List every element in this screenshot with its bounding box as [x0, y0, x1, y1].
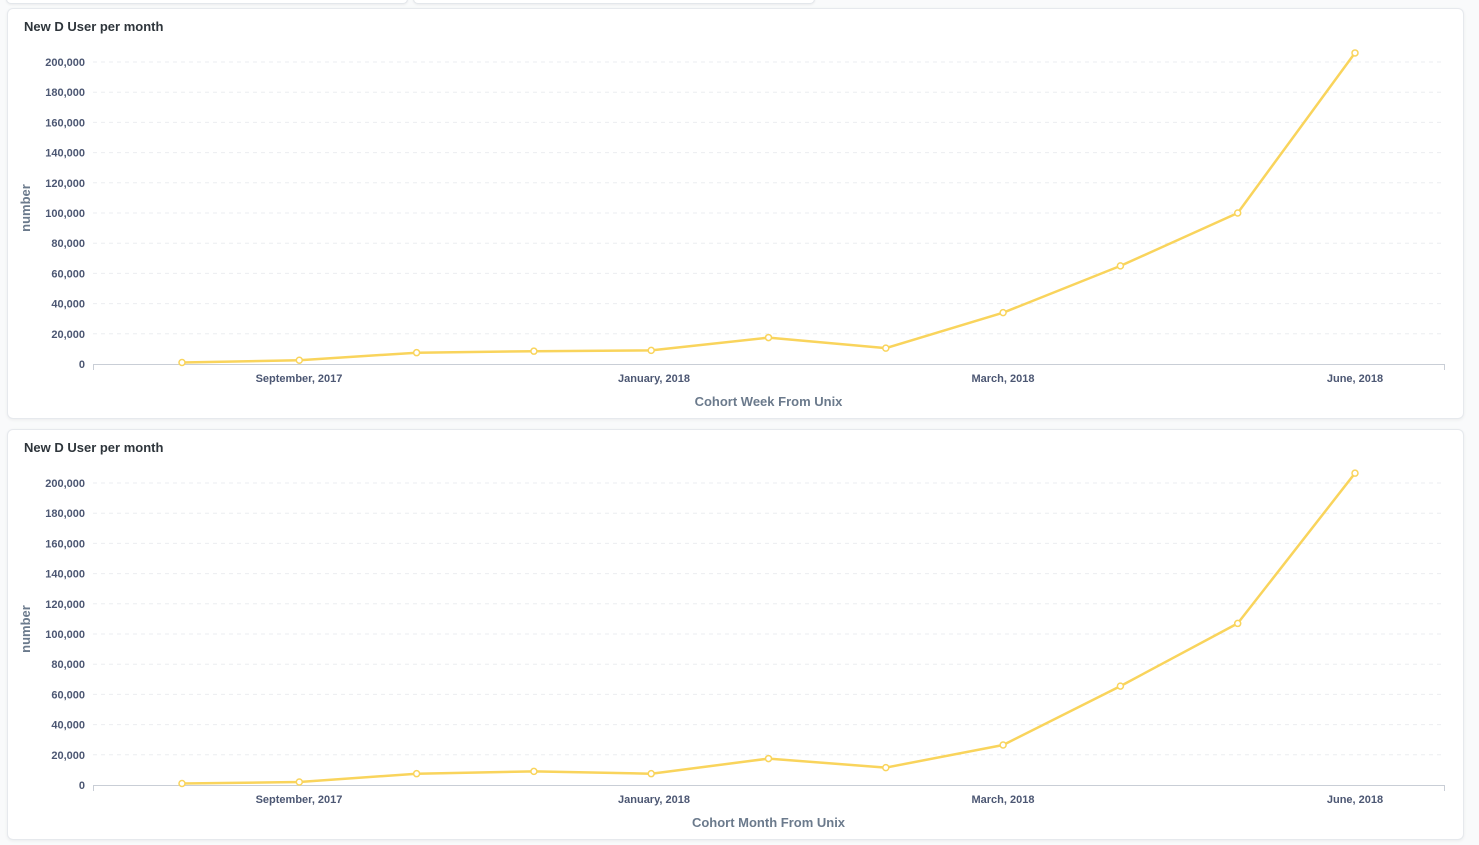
y-tick-label: 80,000 — [51, 659, 85, 671]
x-axis-title: Cohort Month From Unix — [692, 815, 846, 830]
x-tick-label: January, 2018 — [618, 373, 690, 385]
data-point[interactable] — [412, 348, 421, 357]
line-chart: 0 20,000 40,000 60,000 80,000 100,000 120,000 1… — [18, 49, 1445, 409]
x-axis — [93, 785, 1445, 791]
data-point[interactable] — [178, 358, 186, 367]
x-tick-label: September, 2017 — [256, 794, 343, 806]
chart-card-weekly: New D User per month 0 20,000 40,000 60,000… — [7, 8, 1464, 419]
line-chart: 0 20,000 40,000 60,000 80,000 100,000 120,000 1… — [18, 469, 1445, 830]
data-point[interactable] — [530, 347, 538, 355]
y-axis-ticks: 0 20,000 40,000 60,000 80,000 100,000 120,000 1… — [45, 57, 85, 371]
y-tick-label: 40,000 — [51, 720, 85, 732]
top-tab-strip — [0, 0, 1479, 6]
y-tick-label: 20,000 — [51, 750, 85, 762]
data-point[interactable] — [530, 767, 538, 776]
data-point[interactable] — [1351, 49, 1359, 57]
x-tick-label: September, 2017 — [256, 373, 343, 385]
y-tick-label: 180,000 — [45, 508, 85, 520]
series-line — [180, 51, 1357, 364]
data-points — [178, 469, 1359, 788]
data-point[interactable] — [295, 356, 304, 364]
data-point[interactable] — [999, 308, 1007, 317]
y-axis-title: number — [18, 184, 33, 232]
data-point[interactable] — [647, 346, 655, 355]
series-line-path — [180, 51, 1357, 364]
y-tick-label: 180,000 — [45, 87, 85, 99]
series-line — [180, 471, 1357, 785]
data-points — [178, 49, 1359, 367]
chart-card-monthly: New D User per month 0 20,000 40,000 60,000… — [7, 429, 1464, 840]
y-tick-label: 80,000 — [51, 238, 85, 250]
data-point[interactable] — [882, 763, 890, 772]
data-point[interactable] — [295, 778, 304, 786]
x-tick-label: March, 2018 — [972, 373, 1035, 385]
data-point[interactable] — [178, 779, 186, 788]
x-axis — [93, 364, 1445, 370]
x-tick-label: June, 2018 — [1327, 373, 1383, 385]
y-tick-label: 160,000 — [45, 538, 85, 550]
y-tick-label: 200,000 — [45, 57, 85, 69]
y-tick-label: 60,000 — [51, 689, 85, 701]
y-tick-label: 140,000 — [45, 148, 85, 160]
y-tick-label: 160,000 — [45, 117, 85, 129]
tab-left[interactable] — [6, 0, 408, 4]
data-point[interactable] — [999, 741, 1007, 749]
y-tick-label: 120,000 — [45, 599, 85, 611]
data-point[interactable] — [412, 769, 421, 778]
y-axis-title: number — [18, 605, 33, 653]
tab-right[interactable] — [413, 0, 815, 4]
y-tick-label: 0 — [79, 359, 85, 371]
x-tick-label: March, 2018 — [972, 794, 1035, 806]
series-line-path — [180, 471, 1357, 785]
y-tick-label: 40,000 — [51, 299, 85, 311]
x-axis-title: Cohort Week From Unix — [695, 394, 844, 409]
data-point[interactable] — [1233, 619, 1242, 628]
y-tick-label: 140,000 — [45, 569, 85, 581]
gridlines — [93, 61, 1444, 335]
data-point[interactable] — [882, 344, 890, 352]
y-axis-ticks: 0 20,000 40,000 60,000 80,000 100,000 120,000 1… — [45, 478, 85, 792]
data-point[interactable] — [764, 333, 773, 342]
data-point[interactable] — [647, 769, 655, 778]
data-point[interactable] — [1233, 209, 1242, 217]
data-point[interactable] — [1351, 469, 1359, 477]
y-tick-label: 100,000 — [45, 208, 85, 220]
data-point[interactable] — [1116, 682, 1125, 690]
y-tick-label: 60,000 — [51, 268, 85, 280]
y-tick-label: 0 — [79, 780, 85, 792]
y-tick-label: 20,000 — [51, 329, 85, 341]
data-point[interactable] — [1116, 262, 1125, 270]
y-tick-label: 200,000 — [45, 478, 85, 490]
x-tick-label: January, 2018 — [618, 794, 690, 806]
data-point[interactable] — [764, 754, 773, 763]
x-axis-ticks: September, 2017 January, 2018 March, 2018 J… — [256, 794, 1384, 806]
x-axis-ticks: September, 2017 January, 2018 March, 2018 J… — [256, 373, 1384, 385]
y-tick-label: 100,000 — [45, 629, 85, 641]
x-tick-label: June, 2018 — [1327, 794, 1383, 806]
y-tick-label: 120,000 — [45, 178, 85, 190]
